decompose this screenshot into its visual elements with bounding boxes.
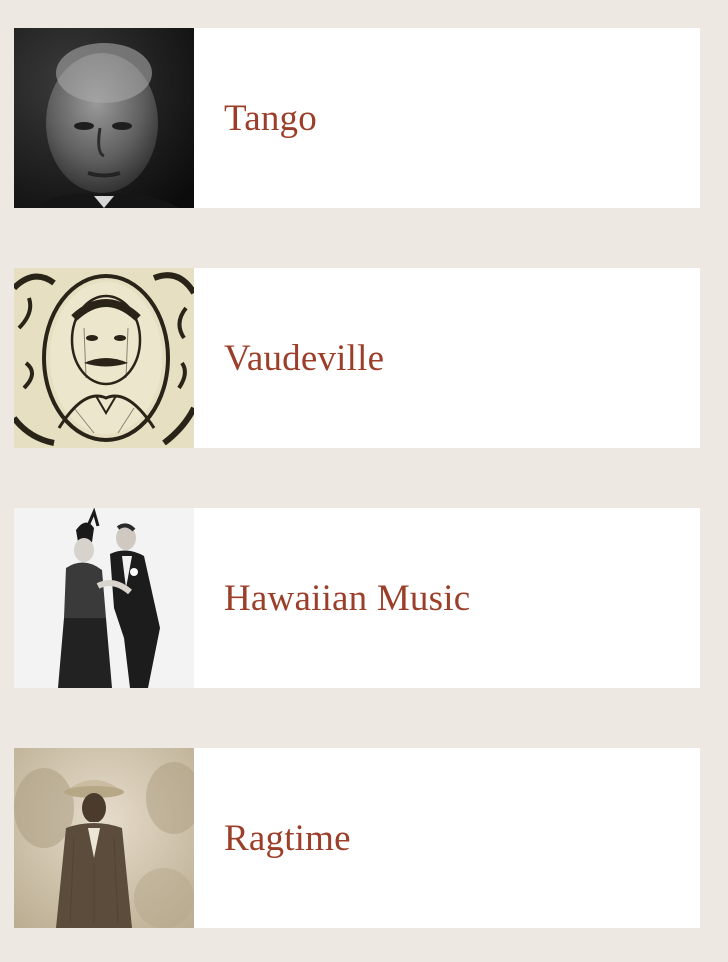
topic-thumbnail-tango[interactable] (14, 28, 194, 208)
topic-thumbnail-vaudeville[interactable] (14, 268, 194, 448)
topic-thumbnail-ragtime[interactable] (14, 748, 194, 928)
topic-list: Tango Vaudeville Hawaiian Music Ragtime (14, 28, 700, 928)
topic-card-ragtime[interactable]: Ragtime (14, 748, 700, 928)
topic-label[interactable]: Ragtime (224, 817, 351, 860)
dancing-couple-image (14, 508, 194, 688)
portrait-bald-man-image (14, 28, 194, 208)
topic-label[interactable]: Hawaiian Music (224, 577, 470, 620)
engraved-portrait-image (14, 268, 194, 448)
topic-label[interactable]: Tango (224, 97, 317, 140)
topic-label[interactable]: Vaudeville (224, 337, 384, 380)
man-in-hat-image (14, 748, 194, 928)
topic-thumbnail-hawaiian-music[interactable] (14, 508, 194, 688)
topic-card-tango[interactable]: Tango (14, 28, 700, 208)
topic-card-hawaiian-music[interactable]: Hawaiian Music (14, 508, 700, 688)
topic-card-vaudeville[interactable]: Vaudeville (14, 268, 700, 448)
